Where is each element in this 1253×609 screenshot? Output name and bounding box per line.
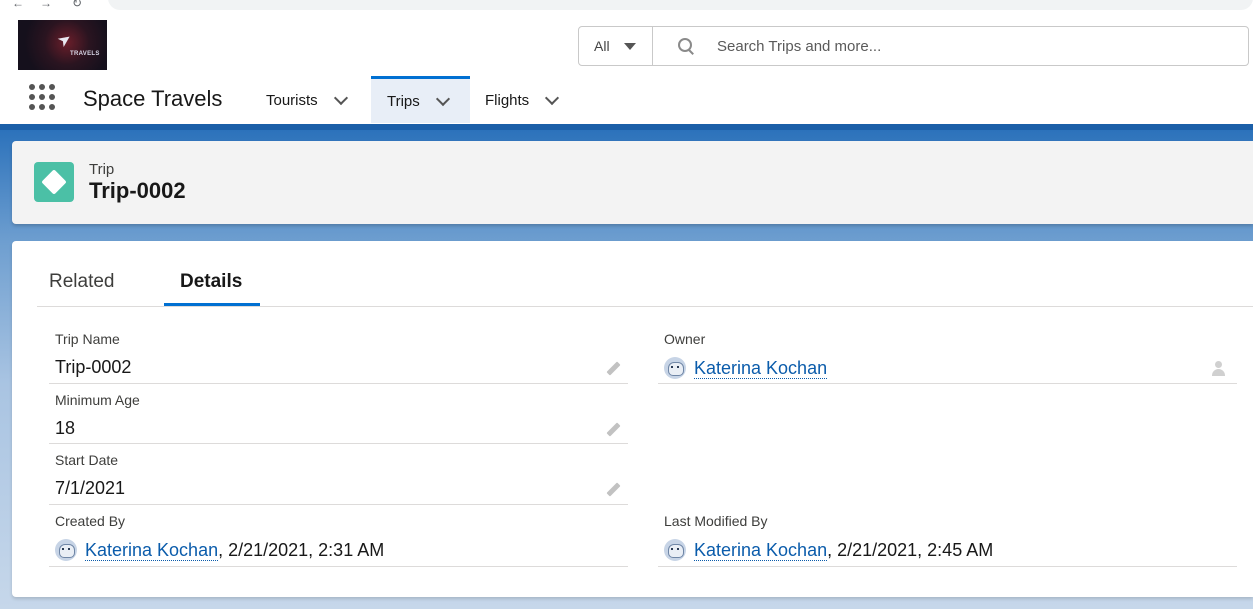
nav-tab-flights[interactable]: Flights [469,77,573,124]
global-search: All [578,26,1249,66]
edit-pencil-icon[interactable] [604,482,622,500]
field-value: Katerina Kochan , 2/21/2021, 2:31 AM [55,539,384,561]
tab-details[interactable]: Details [180,271,242,307]
field-label: Last Modified By [664,513,768,529]
nav-tab-label: Flights [485,92,530,109]
field-label: Minimum Age [55,392,140,408]
created-by-user-link[interactable]: Katerina Kochan [85,540,219,561]
field-value: Trip-0002 [55,357,132,377]
field-created-by: Created By Katerina Kochan , 2/21/2021, … [49,505,628,567]
created-date: , 2/21/2021, 2:31 AM [218,539,385,560]
edit-pencil-icon[interactable] [604,361,622,379]
global-header: ➤ TRAVELS All Space Travels Tourists Tri… [0,12,1253,124]
browser-address-strip: ← → ↻ [0,0,1253,12]
field-value: Katerina Kochan , 2/21/2021, 2:45 AM [664,539,993,561]
record-highlights-panel: Trip Trip-0002 [12,141,1253,224]
search-scope-dropdown[interactable]: All [579,27,653,65]
search-scope-label: All [594,38,610,54]
tab-related[interactable]: Related [49,271,115,307]
field-minimum-age: Minimum Age 18 [49,384,628,444]
chevron-down-icon[interactable] [435,91,450,106]
record-title: Trip-0002 [89,178,186,203]
user-avatar-icon [664,539,686,561]
owner-user-link[interactable]: Katerina Kochan [694,358,828,379]
edit-pencil-icon[interactable] [604,422,622,440]
app-launcher-icon[interactable] [29,84,55,110]
forward-arrow-icon[interactable]: → [40,0,52,10]
field-label: Start Date [55,452,119,468]
field-label: Trip Name [55,331,120,347]
record-detail-card: Related Details Trip Name Trip-0002 Owne… [12,241,1253,597]
field-label: Created By [55,513,126,529]
field-last-modified-by: Last Modified By Katerina Kochan , 2/21/… [658,505,1237,567]
back-arrow-icon[interactable]: ← [12,0,24,10]
logo-text: TRAVELS [70,51,100,57]
field-owner: Owner Katerina Kochan [658,323,1237,384]
nav-tab-trips[interactable]: Trips [371,76,470,123]
search-field [653,27,1248,65]
nav-tab-label: Trips [387,92,420,110]
navigation-bar: Space Travels Tourists Trips Flights [0,76,1253,124]
chevron-down-icon[interactable] [333,90,348,106]
field-label: Owner [664,331,706,347]
user-avatar-icon [664,357,686,379]
field-value: 7/1/2021 [55,478,126,498]
rocket-icon: ➤ [54,29,76,52]
field-value: Katerina Kochan [664,357,828,379]
address-bar[interactable] [108,0,1253,10]
app-name: Space Travels [83,86,223,111]
last-modified-date: , 2/21/2021, 2:45 AM [827,539,994,560]
object-type-label: Trip [89,161,115,178]
nav-tab-label: Tourists [266,92,318,109]
change-owner-icon[interactable] [1211,361,1227,377]
org-logo[interactable]: ➤ TRAVELS [18,20,107,70]
reload-icon[interactable]: ↻ [72,0,82,10]
caret-down-icon [623,42,636,50]
field-value: 18 [55,418,76,438]
search-input[interactable] [717,37,1197,55]
nav-tab-tourists[interactable]: Tourists [250,77,362,124]
trip-diamond-icon [34,162,74,202]
chevron-down-icon[interactable] [545,90,560,106]
active-tab-indicator [164,303,260,306]
user-avatar-icon [55,539,77,561]
field-start-date: Start Date 7/1/2021 [49,444,628,505]
field-trip-name: Trip Name Trip-0002 [49,323,628,384]
last-modified-by-user-link[interactable]: Katerina Kochan [694,540,828,561]
record-tabs: Related Details [37,261,1253,307]
search-icon [677,37,695,55]
